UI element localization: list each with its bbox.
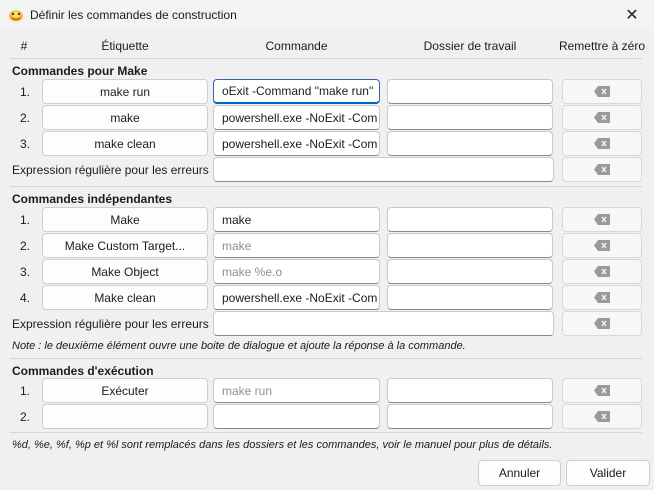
reset-button[interactable] bbox=[562, 285, 642, 310]
command-field[interactable] bbox=[213, 404, 380, 429]
row-number: 2. bbox=[19, 111, 30, 125]
label-button[interactable]: Make clean bbox=[42, 285, 208, 310]
backspace-clear-icon bbox=[594, 385, 610, 396]
backspace-clear-icon bbox=[594, 318, 610, 329]
workdir-field[interactable] bbox=[387, 259, 553, 284]
close-icon: ✕ bbox=[625, 7, 639, 24]
command-field[interactable]: powershell.exe -NoExit -Com bbox=[213, 285, 380, 310]
command-field[interactable]: make bbox=[213, 233, 380, 258]
label-button[interactable]: Make Object bbox=[42, 259, 208, 284]
backspace-clear-icon bbox=[594, 164, 610, 175]
command-field[interactable]: powershell.exe -NoExit -Com bbox=[213, 131, 380, 156]
label-button[interactable] bbox=[42, 404, 208, 429]
error-regex-label: Expression régulière pour les erreurs : bbox=[12, 163, 216, 177]
label-button[interactable]: make run bbox=[42, 79, 208, 104]
row-number: 1. bbox=[19, 85, 30, 99]
workdir-field[interactable] bbox=[387, 404, 553, 429]
command-field[interactable]: make run bbox=[213, 378, 380, 403]
command-placeholder: make bbox=[222, 238, 252, 253]
workdir-field[interactable] bbox=[387, 131, 553, 156]
backspace-clear-icon bbox=[594, 240, 610, 251]
reset-button[interactable] bbox=[562, 207, 642, 232]
separator bbox=[10, 358, 642, 359]
separator bbox=[10, 58, 642, 59]
column-header-workdir: Dossier de travail bbox=[423, 39, 517, 53]
reset-button[interactable] bbox=[562, 404, 642, 429]
workdir-field[interactable] bbox=[387, 378, 553, 403]
error-regex-field[interactable] bbox=[213, 311, 554, 336]
row-number: 1. bbox=[19, 384, 30, 398]
separator bbox=[10, 432, 642, 433]
row-number: 1. bbox=[19, 213, 30, 227]
backspace-clear-icon bbox=[594, 292, 610, 303]
command-field[interactable]: make %e.o bbox=[213, 259, 380, 284]
backspace-clear-icon bbox=[594, 214, 610, 225]
error-regex-field[interactable] bbox=[213, 157, 554, 182]
row-number: 3. bbox=[19, 265, 30, 279]
column-header-reset: Remettre à zéro bbox=[558, 39, 646, 53]
workdir-field[interactable] bbox=[387, 207, 553, 232]
section-title-make: Commandes pour Make bbox=[12, 64, 148, 78]
command-field[interactable]: powershell.exe -NoExit -Com bbox=[213, 105, 380, 130]
label-button[interactable]: Make Custom Target... bbox=[42, 233, 208, 258]
note-text: Note : le deuxième élément ouvre une boi… bbox=[12, 340, 466, 352]
backspace-clear-icon bbox=[594, 411, 610, 422]
section-title-exec: Commandes d'exécution bbox=[12, 364, 154, 378]
command-placeholder: make run bbox=[222, 383, 273, 398]
reset-button[interactable] bbox=[562, 131, 642, 156]
backspace-clear-icon bbox=[594, 112, 610, 123]
label-button[interactable]: make bbox=[42, 105, 208, 130]
workdir-field[interactable] bbox=[387, 285, 553, 310]
cancel-button[interactable]: Annuler bbox=[478, 460, 561, 486]
error-regex-label: Expression régulière pour les erreurs : bbox=[12, 317, 216, 331]
app-icon bbox=[9, 10, 23, 22]
row-number: 3. bbox=[19, 137, 30, 151]
footer-note: %d, %e, %f, %p et %l sont remplacés dans… bbox=[12, 439, 553, 451]
reset-button[interactable] bbox=[562, 259, 642, 284]
column-header-command: Commande bbox=[265, 39, 328, 53]
label-button[interactable]: Make bbox=[42, 207, 208, 232]
reset-button[interactable] bbox=[562, 79, 642, 104]
command-placeholder: make %e.o bbox=[222, 264, 283, 279]
title-bar: Définir les commandes de construction ✕ bbox=[0, 0, 654, 30]
column-header-number: # bbox=[20, 39, 28, 53]
reset-button[interactable] bbox=[562, 233, 642, 258]
label-button[interactable]: Exécuter bbox=[42, 378, 208, 403]
workdir-field[interactable] bbox=[387, 105, 553, 130]
column-header-label: Étiquette bbox=[101, 39, 149, 53]
reset-button[interactable] bbox=[562, 157, 642, 182]
backspace-clear-icon bbox=[594, 138, 610, 149]
label-button[interactable]: make clean bbox=[42, 131, 208, 156]
command-field[interactable]: make bbox=[213, 207, 380, 232]
section-title-independent: Commandes indépendantes bbox=[12, 192, 173, 206]
separator bbox=[10, 186, 642, 187]
window-title: Définir les commandes de construction bbox=[30, 8, 237, 22]
workdir-field[interactable] bbox=[387, 233, 553, 258]
close-button[interactable]: ✕ bbox=[610, 0, 654, 30]
ok-button[interactable]: Valider bbox=[566, 460, 650, 486]
reset-button[interactable] bbox=[562, 311, 642, 336]
backspace-clear-icon bbox=[594, 266, 610, 277]
workdir-field[interactable] bbox=[387, 79, 553, 104]
backspace-clear-icon bbox=[594, 86, 610, 97]
row-number: 2. bbox=[19, 410, 30, 424]
row-number: 4. bbox=[19, 291, 30, 305]
reset-button[interactable] bbox=[562, 105, 642, 130]
reset-button[interactable] bbox=[562, 378, 642, 403]
row-number: 2. bbox=[19, 239, 30, 253]
command-field[interactable]: oExit -Command "make run" bbox=[213, 79, 380, 104]
